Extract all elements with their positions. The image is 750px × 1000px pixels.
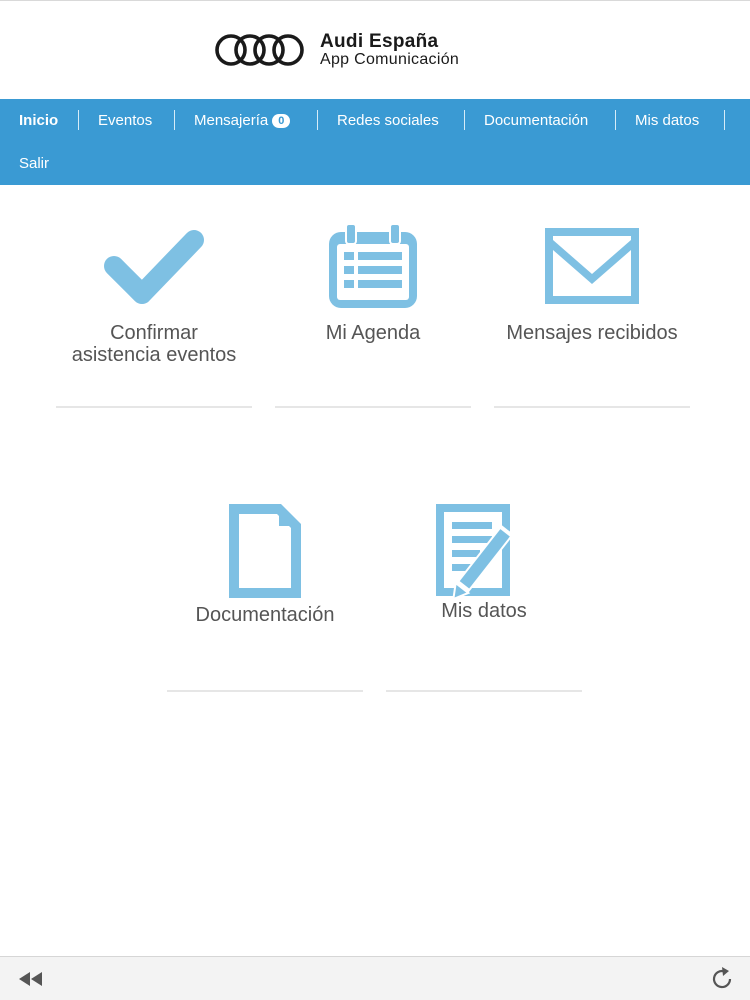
nav-separator — [174, 110, 175, 130]
checkmark-icon — [104, 230, 204, 304]
tile-mi-agenda[interactable]: Mi Agenda — [275, 222, 471, 344]
nav-separator — [317, 110, 318, 130]
envelope-icon — [545, 228, 639, 304]
nav-item-inicio[interactable]: Inicio — [19, 112, 58, 129]
tile-divider — [494, 406, 690, 408]
tile-divider — [386, 690, 582, 692]
tile-divider — [56, 406, 252, 408]
nav-separator — [615, 110, 616, 130]
nav-separator — [464, 110, 465, 130]
brand-title: Audi España — [320, 31, 439, 52]
tile-divider — [167, 690, 363, 692]
tile-label: Documentación — [195, 604, 335, 626]
audi-rings-icon — [215, 34, 304, 66]
audi-logo[interactable]: Audi España App Comunicación — [214, 32, 459, 68]
rewind-icon[interactable] — [18, 971, 44, 987]
brand-subtitle: App Comunicación — [320, 51, 460, 68]
tile-label: Mis datos — [441, 600, 527, 622]
tile-divider — [275, 406, 471, 408]
unread-badge: 0 — [272, 114, 291, 128]
tile-label-line1: Confirmar — [110, 322, 198, 344]
nav-item-redes-sociales[interactable]: Redes sociales — [337, 112, 439, 129]
nav-item-salir[interactable]: Salir — [19, 155, 49, 172]
nav-item-eventos[interactable]: Eventos — [98, 112, 152, 129]
app-header: Audi España App Comunicación — [0, 0, 750, 99]
tile-label: Mensajes recibidos — [506, 322, 678, 344]
browser-bottom-bar — [0, 956, 750, 1000]
nav-item-mis-datos[interactable]: Mis datos — [635, 112, 699, 129]
nav-item-mensajeria-label: Mensajería — [194, 112, 269, 129]
nav-separator — [724, 110, 725, 130]
tile-documentacion[interactable]: Documentación — [167, 502, 363, 626]
nav-item-documentacion[interactable]: Documentación — [484, 112, 588, 129]
tile-label-line2: asistencia eventos — [71, 344, 237, 366]
calendar-icon — [329, 223, 417, 308]
document-icon — [229, 504, 301, 598]
nav-item-mensajeria[interactable]: Mensajería 0 — [194, 112, 291, 129]
edit-document-icon — [436, 504, 514, 598]
tile-label: Mi Agenda — [325, 322, 421, 344]
reload-icon[interactable] — [710, 967, 734, 991]
tile-confirmar-asistencia[interactable]: Confirmar asistencia eventos — [56, 222, 252, 366]
tile-mis-datos[interactable]: Mis datos — [386, 502, 582, 622]
nav-separator — [78, 110, 79, 130]
tile-mensajes-recibidos[interactable]: Mensajes recibidos — [494, 222, 690, 344]
